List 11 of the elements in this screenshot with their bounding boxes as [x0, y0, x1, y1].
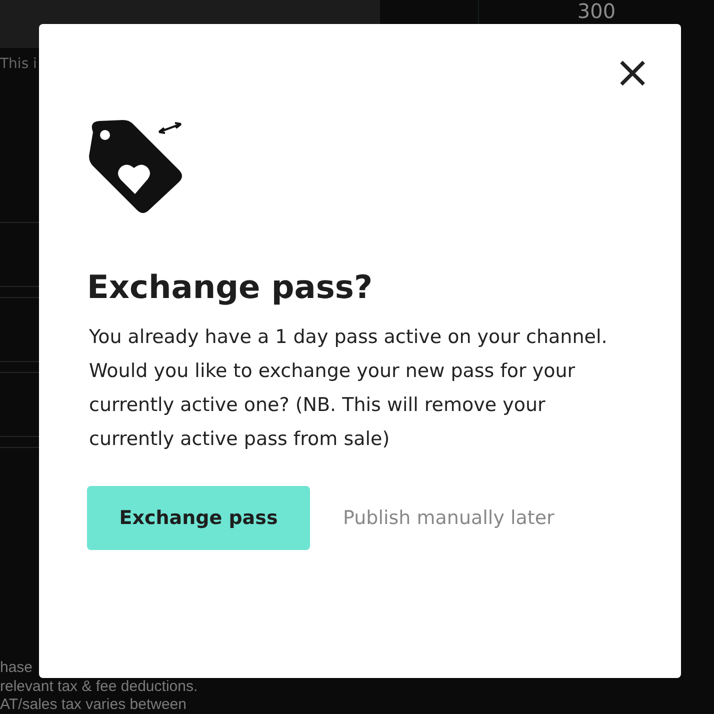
publish-later-link[interactable]: Publish manually later	[343, 507, 554, 529]
footer-text: relevant tax & fee deductions.	[0, 678, 198, 696]
tag-heart-icon	[87, 118, 185, 216]
notice-text: This i	[0, 56, 37, 72]
footer-text: AT/sales tax varies between	[0, 696, 186, 714]
dialog-message: You already have a 1 day pass active on your channel. Would you like to exchange your new pass for your currently active one? (NB. This will remove your currently active pass from sale)	[89, 325, 608, 452]
dialog-title: Exchange pass?	[87, 268, 374, 306]
exchange-pass-button[interactable]: Exchange pass	[87, 486, 310, 550]
close-button[interactable]: ×	[614, 57, 651, 89]
footer-text: hase	[0, 659, 33, 677]
header-value: 300	[577, 0, 616, 22]
